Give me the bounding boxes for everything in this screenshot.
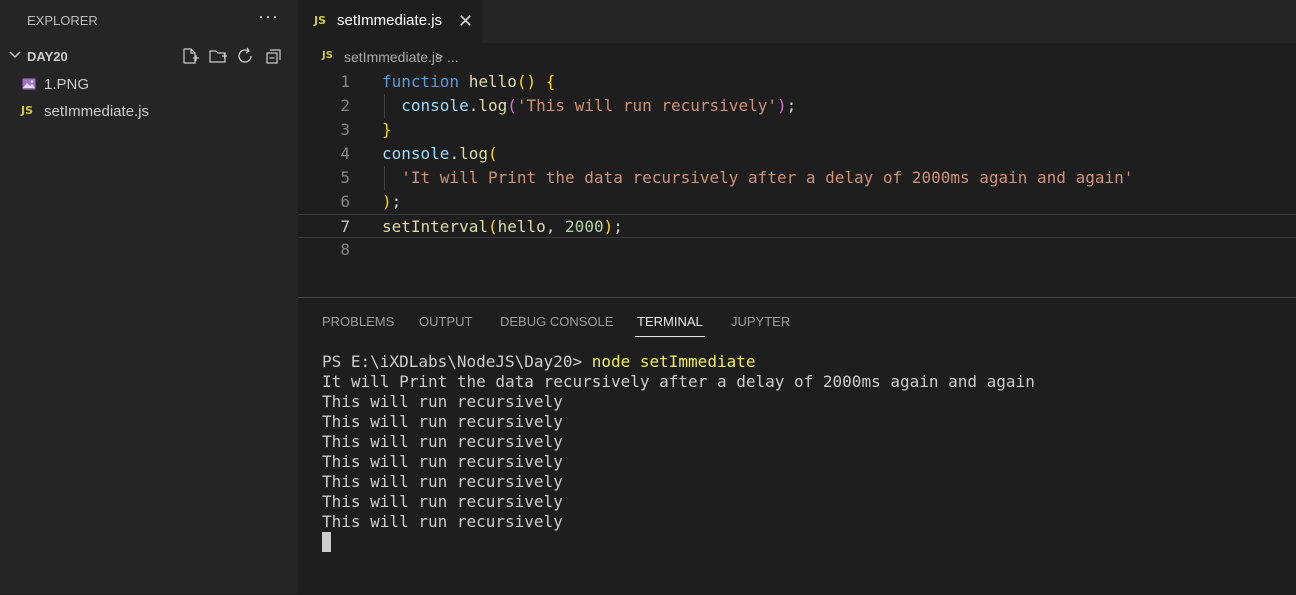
active-tab-indicator: [635, 336, 705, 337]
code-token: ;: [613, 217, 623, 236]
collapse-all-icon[interactable]: [264, 47, 284, 65]
terminal-line: It will Print the data recursively after…: [322, 372, 1035, 391]
line-number: 4: [340, 144, 350, 163]
code-token: log: [478, 96, 508, 115]
code-token: .: [468, 96, 479, 115]
js-file-icon: JS: [322, 50, 333, 61]
terminal-line: This will run recursively: [322, 472, 563, 491]
tab-jupyter[interactable]: JUPYTER: [731, 314, 790, 329]
tab-setimmediate[interactable]: JS setImmediate.js ✕: [298, 0, 482, 43]
code-token: ,: [545, 217, 566, 236]
terminal-output[interactable]: PS E:\iXDLabs\NodeJS\Day20> node setImme…: [322, 352, 1282, 552]
code-line: 2 console.log('This will run recursively…: [298, 94, 1296, 118]
tab-debug-console[interactable]: DEBUG CONSOLE: [500, 314, 613, 329]
line-number: 6: [340, 192, 350, 211]
new-file-icon[interactable]: [180, 47, 200, 65]
breadcrumb: JS setImmediate.js > ...: [298, 45, 1296, 69]
line-number: 3: [340, 120, 350, 139]
file-name: setImmediate.js: [44, 103, 150, 120]
file-item-1png[interactable]: 1.PNG: [0, 73, 298, 97]
image-file-icon: [22, 78, 36, 90]
code-token: log: [459, 144, 488, 163]
code-token: }: [382, 120, 392, 139]
terminal-command: node setImmediate: [591, 352, 756, 371]
code-line: 3 }: [298, 118, 1296, 142]
line-number: 2: [340, 96, 350, 115]
code-token: ;: [786, 96, 797, 115]
terminal-cursor: [322, 532, 331, 552]
breadcrumb-file[interactable]: setImmediate.js: [344, 49, 442, 65]
folder-day20[interactable]: DAY20: [0, 44, 298, 68]
code-token: .: [449, 144, 460, 163]
tab-label: setImmediate.js: [337, 12, 443, 29]
line-number: 5: [340, 168, 350, 187]
tab-problems[interactable]: PROBLEMS: [322, 314, 394, 329]
chevron-down-icon: [9, 51, 21, 59]
code-line-active: 7 setInterval(hello, 2000);: [298, 214, 1296, 238]
breadcrumb-separator: >: [435, 48, 444, 64]
terminal-line: This will run recursively: [322, 452, 563, 471]
code-editor[interactable]: 1 function hello() { 2 console.log('This…: [298, 70, 1296, 296]
more-actions-icon[interactable]: ···: [258, 6, 279, 27]
code-token: (): [516, 72, 537, 91]
refresh-icon[interactable]: [236, 47, 256, 65]
line-number: 1: [340, 72, 350, 91]
code-token: ): [776, 96, 787, 115]
code-token: ): [603, 217, 614, 236]
line-number: 8: [340, 240, 350, 259]
code-line: 6 );: [298, 190, 1296, 214]
terminal-line: This will run recursively: [322, 392, 563, 411]
terminal-line: PS E:\iXDLabs\NodeJS\Day20> node setImme…: [322, 352, 1282, 372]
code-token: function: [382, 72, 460, 91]
bottom-panel: PROBLEMS OUTPUT DEBUG CONSOLE TERMINAL J…: [298, 297, 1296, 595]
code-token: (: [507, 96, 517, 115]
folder-name: DAY20: [27, 49, 68, 64]
code-token: ): [382, 192, 392, 211]
terminal-line: This will run recursively: [322, 432, 563, 451]
tab-terminal[interactable]: TERMINAL: [637, 314, 703, 329]
explorer-title: EXPLORER: [27, 13, 98, 28]
code-token: hello: [497, 217, 546, 236]
code-token: ;: [391, 192, 402, 211]
code-line: 5 'It will Print the data recursively af…: [298, 166, 1296, 190]
terminal-prompt: PS E:\iXDLabs\NodeJS\Day20>: [322, 352, 592, 371]
code-token: console: [401, 96, 469, 115]
js-file-icon: JS: [314, 14, 327, 27]
editor-tab-bar: JS setImmediate.js ✕: [298, 0, 1296, 43]
code-line: 4 console.log(: [298, 142, 1296, 166]
code-line: 8: [298, 238, 1296, 262]
code-token: 2000: [565, 217, 604, 236]
terminal-line: This will run recursively: [322, 512, 563, 531]
code-token: 'This will run recursively': [516, 96, 777, 115]
code-token: 'It will Print the data recursively afte…: [401, 168, 1134, 187]
js-file-icon: JS: [21, 104, 34, 117]
code-token: (: [487, 144, 498, 163]
code-token: setInterval: [382, 217, 488, 236]
explorer-sidebar: EXPLORER ··· DAY20 1.PNG JS setImmediate…: [0, 0, 298, 594]
code-token: hello: [468, 72, 517, 91]
new-folder-icon[interactable]: [208, 47, 228, 65]
terminal-line: This will run recursively: [322, 412, 563, 431]
tab-output[interactable]: OUTPUT: [419, 314, 472, 329]
code-token: (: [487, 217, 498, 236]
code-line: 1 function hello() {: [298, 70, 1296, 94]
code-token: console: [382, 144, 450, 163]
line-number: 7: [340, 217, 350, 236]
file-item-setimmediate[interactable]: JS setImmediate.js: [0, 100, 298, 124]
breadcrumb-more[interactable]: ...: [447, 49, 459, 65]
close-icon[interactable]: ✕: [458, 11, 473, 32]
code-token: {: [545, 72, 556, 91]
file-name: 1.PNG: [44, 76, 90, 93]
terminal-line: This will run recursively: [322, 492, 563, 511]
